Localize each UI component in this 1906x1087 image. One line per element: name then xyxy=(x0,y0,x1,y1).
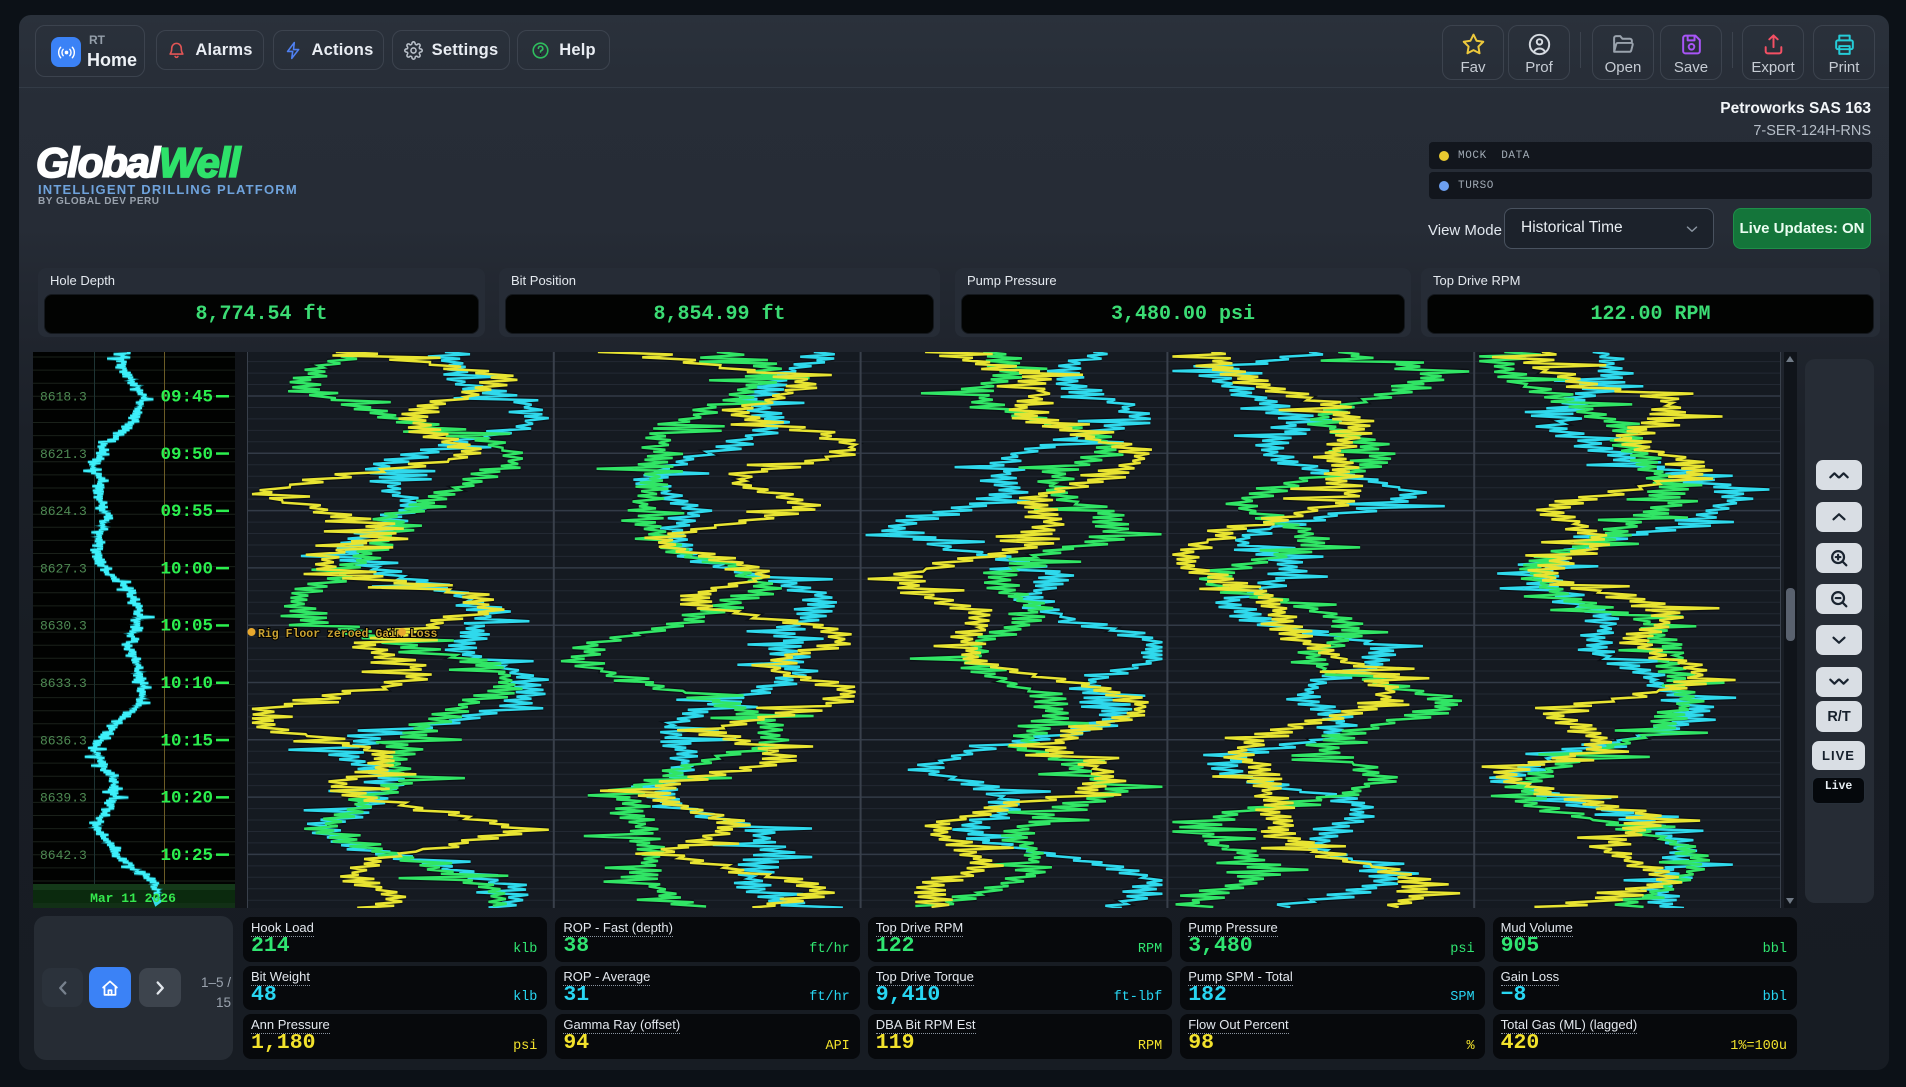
svg-text:09:55: 09:55 xyxy=(160,502,213,522)
svg-text:10:05: 10:05 xyxy=(160,617,213,637)
svg-text:10:15: 10:15 xyxy=(160,731,213,751)
svg-text:8642.3: 8642.3 xyxy=(40,848,87,863)
svg-text:Rig Floor zeroed Gain Loss: Rig Floor zeroed Gain Loss xyxy=(258,628,438,641)
svg-text:8633.3: 8633.3 xyxy=(40,676,87,691)
svg-text:10:00: 10:00 xyxy=(160,559,213,579)
svg-text:8630.3: 8630.3 xyxy=(40,619,87,634)
svg-text:8621.3: 8621.3 xyxy=(40,447,87,462)
svg-text:8618.3: 8618.3 xyxy=(40,390,87,405)
svg-text:09:50: 09:50 xyxy=(160,445,213,465)
svg-text:Mar 11 2026: Mar 11 2026 xyxy=(90,891,176,906)
svg-text:10:10: 10:10 xyxy=(160,674,213,694)
svg-text:8639.3: 8639.3 xyxy=(40,791,87,806)
svg-text:10:25: 10:25 xyxy=(160,846,213,866)
svg-text:8636.3: 8636.3 xyxy=(40,733,87,748)
svg-text:8627.3: 8627.3 xyxy=(40,561,87,576)
svg-text:8624.3: 8624.3 xyxy=(40,504,87,519)
svg-text:10:20: 10:20 xyxy=(160,789,213,809)
svg-text:09:45: 09:45 xyxy=(160,388,213,408)
